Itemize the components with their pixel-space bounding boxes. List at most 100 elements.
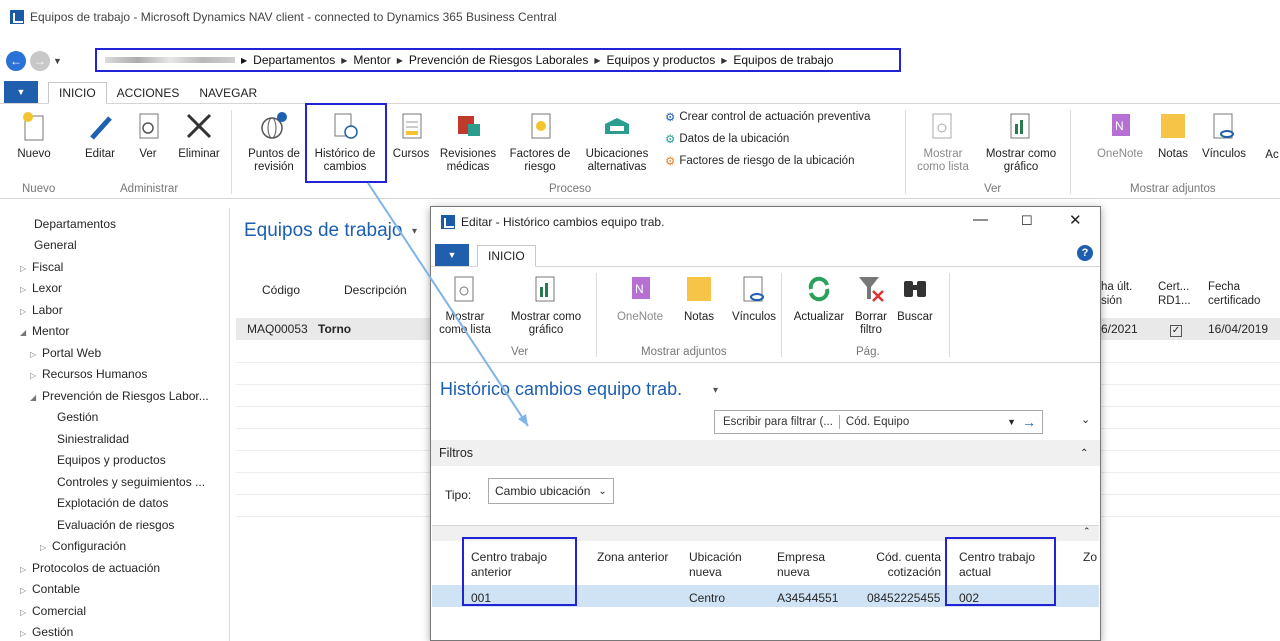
dialog-notas-button[interactable]: Notas: [675, 273, 723, 324]
sidebar-item-fiscal[interactable]: ▷ Fiscal: [20, 260, 63, 274]
grid-header-zona-anterior[interactable]: Zona anterior: [597, 550, 668, 565]
clear-filter-icon: [855, 273, 887, 305]
mostrar-lista-button[interactable]: Mostrar como lista: [915, 110, 971, 174]
column-header-descripcion[interactable]: Descripción: [344, 283, 407, 297]
mostrar-grafico-button[interactable]: Mostrar como gráfico: [980, 110, 1062, 174]
breadcrumb-item[interactable]: Equipos de trabajo: [733, 53, 833, 67]
sidebar-item-labor[interactable]: ▷ Labor: [20, 303, 63, 317]
tab-navegar[interactable]: NAVEGAR: [189, 83, 267, 103]
apply-filter-arrow-icon[interactable]: →: [1022, 414, 1036, 430]
row-certificado-checkbox[interactable]: ✓: [1170, 322, 1182, 337]
ribbon-separator: [949, 273, 950, 357]
link-document-icon: [1208, 110, 1240, 142]
column-header-fecha-certificado[interactable]: Fecha certificado: [1208, 280, 1276, 308]
notas-button[interactable]: Notas: [1150, 110, 1196, 161]
breadcrumb-item[interactable]: Equipos y productos: [606, 53, 715, 67]
datos-ubicacion-button[interactable]: ⚙ Datos de la ubicación: [665, 132, 789, 146]
filter-field-select[interactable]: Cód. Equipo: [846, 416, 1007, 428]
chart-view-icon: [1005, 110, 1037, 142]
factores-ubicacion-button[interactable]: ⚙ Factores de riesgo de la ubicación: [665, 154, 854, 168]
back-arrow-icon[interactable]: ←: [6, 51, 26, 71]
crear-control-button[interactable]: ⚙ Crear control de actuación preventiva: [665, 110, 870, 124]
close-icon[interactable]: ✕: [1069, 211, 1082, 229]
dialog-tab-inicio[interactable]: INICIO: [477, 245, 536, 267]
sidebar-item-equipos-productos[interactable]: Equipos y productos: [57, 453, 166, 467]
breadcrumb-item[interactable]: Prevención de Riesgos Laborales: [409, 53, 588, 67]
dialog-group-pag: Pág.: [856, 346, 880, 358]
nuevo-button[interactable]: Nuevo: [14, 110, 54, 161]
sidebar-item-protocolos[interactable]: ▷ Protocolos de actuación: [20, 561, 160, 575]
grid-header-cod-cuenta[interactable]: Cód. cuenta cotización: [867, 550, 941, 580]
collapse-filters-icon[interactable]: ⌃: [1080, 448, 1088, 459]
ver-button[interactable]: Ver: [132, 110, 164, 161]
expand-filter-chevron-icon[interactable]: ⌄: [1081, 413, 1090, 426]
breadcrumb-item[interactable]: Departamentos: [253, 53, 335, 67]
sidebar-item-portal-web[interactable]: ▷ Portal Web: [30, 346, 101, 360]
medical-chart-icon: [452, 110, 484, 142]
forward-arrow-icon[interactable]: →: [30, 51, 50, 71]
editar-button[interactable]: Editar: [78, 110, 122, 161]
sidebar-item-explotacion[interactable]: Explotación de datos: [57, 496, 168, 510]
sidebar-item-departamentos[interactable]: Departamentos: [34, 217, 116, 231]
ac-button[interactable]: Ac: [1262, 149, 1280, 162]
revisiones-medicas-button[interactable]: Revisiones médicas: [438, 110, 498, 174]
navigation-bar: ← → ▼ ▶ Departamentos ▶ Mentor ▶ Prevenció…: [0, 46, 1280, 76]
sidebar-item-gestion[interactable]: Gestión: [57, 410, 98, 424]
filter-input[interactable]: Escribir para filtrar (...: [715, 416, 833, 428]
app-menu-button[interactable]: ▼: [4, 81, 38, 103]
dialog-buscar-button[interactable]: Buscar: [895, 273, 935, 324]
grid-header-zona[interactable]: Zo: [1083, 550, 1097, 565]
sidebar-item-evaluacion[interactable]: Evaluación de riesgos: [57, 518, 174, 532]
control-icon: ⚙: [665, 112, 676, 124]
dialog-title-dropdown-icon[interactable]: ▾: [713, 385, 718, 396]
eliminar-button[interactable]: Eliminar: [172, 110, 226, 161]
maximize-icon[interactable]: ☐: [1021, 213, 1033, 229]
sidebar-item-siniestralidad[interactable]: Siniestralidad: [57, 432, 129, 446]
svg-text:N: N: [1115, 119, 1124, 133]
column-header-ult-revision[interactable]: ha últ. sión: [1101, 280, 1145, 308]
dialog-onenote-button[interactable]: N OneNote: [609, 273, 671, 324]
sidebar-item-gestion-root[interactable]: ▷ Gestión: [20, 625, 73, 639]
filter-field-dropdown-icon[interactable]: ▼: [1007, 417, 1016, 427]
grid-header-ubicacion-nueva[interactable]: Ubicación nueva: [689, 550, 759, 580]
list-view-icon: [927, 110, 959, 142]
tab-inicio[interactable]: INICIO: [48, 82, 107, 104]
tab-acciones[interactable]: ACCIONES: [107, 83, 190, 103]
sidebar-item-controles[interactable]: Controles y seguimientos ...: [57, 475, 205, 489]
dialog-vinculos-button[interactable]: Vínculos: [725, 273, 783, 324]
sidebar-item-contable[interactable]: ▷ Contable: [20, 582, 80, 596]
dialog-mostrar-grafico-button[interactable]: Mostrar como gráfico: [503, 273, 589, 337]
sidebar-item-prevencion[interactable]: ◢ Prevención de Riesgos Labor...: [30, 389, 209, 403]
sidebar-item-recursos-humanos[interactable]: ▷ Recursos Humanos: [30, 367, 147, 381]
sidebar-item-comercial[interactable]: ▷ Comercial: [20, 604, 86, 618]
dialog-borrar-filtro-button[interactable]: Borrar filtro: [851, 273, 891, 337]
collapse-grid-icon[interactable]: ⌃: [1083, 526, 1091, 537]
factores-riesgo-button[interactable]: Factores de riesgo: [504, 110, 576, 174]
warehouse-icon: [601, 110, 633, 142]
onenote-button[interactable]: N OneNote: [1088, 110, 1152, 161]
ubicaciones-alternativas-button[interactable]: Ubicaciones alternativas: [581, 110, 653, 174]
page-title-dropdown-icon[interactable]: ▾: [412, 226, 417, 237]
breadcrumb-item[interactable]: Mentor: [353, 53, 390, 67]
column-header-certificado[interactable]: Cert... RD1...: [1158, 280, 1198, 308]
dialog-actualizar-button[interactable]: Actualizar: [787, 273, 851, 324]
dialog-mostrar-lista-button[interactable]: Mostrar como lista: [439, 273, 491, 337]
location-data-icon: ⚙: [665, 134, 676, 146]
sidebar-item-mentor[interactable]: ◢ Mentor: [20, 324, 69, 338]
vinculos-button[interactable]: Vínculos: [1196, 110, 1252, 161]
puntos-revision-button[interactable]: Puntos de revisión: [244, 110, 304, 174]
dialog-title: Editar - Histórico cambios equipo trab.: [461, 215, 665, 229]
column-header-codigo[interactable]: Código: [262, 283, 300, 297]
tipo-select[interactable]: Cambio ubicación ⌄: [488, 478, 614, 504]
grid-header-empresa-nueva[interactable]: Empresa nueva: [777, 550, 837, 580]
history-dropdown-icon[interactable]: ▼: [53, 56, 62, 66]
dialog-app-menu-button[interactable]: ▼: [435, 244, 469, 266]
filters-header[interactable]: Filtros ⌃: [431, 440, 1100, 466]
sidebar-item-general[interactable]: General: [34, 238, 77, 252]
sidebar-item-lexor[interactable]: ▷ Lexor: [20, 281, 62, 295]
minimize-icon[interactable]: —: [973, 211, 988, 228]
cursos-button[interactable]: Cursos: [388, 110, 434, 161]
help-icon[interactable]: ?: [1077, 245, 1093, 261]
sidebar-item-configuracion[interactable]: ▷ Configuración: [40, 539, 126, 553]
dialog-group-adjuntos: Mostrar adjuntos: [641, 346, 727, 358]
